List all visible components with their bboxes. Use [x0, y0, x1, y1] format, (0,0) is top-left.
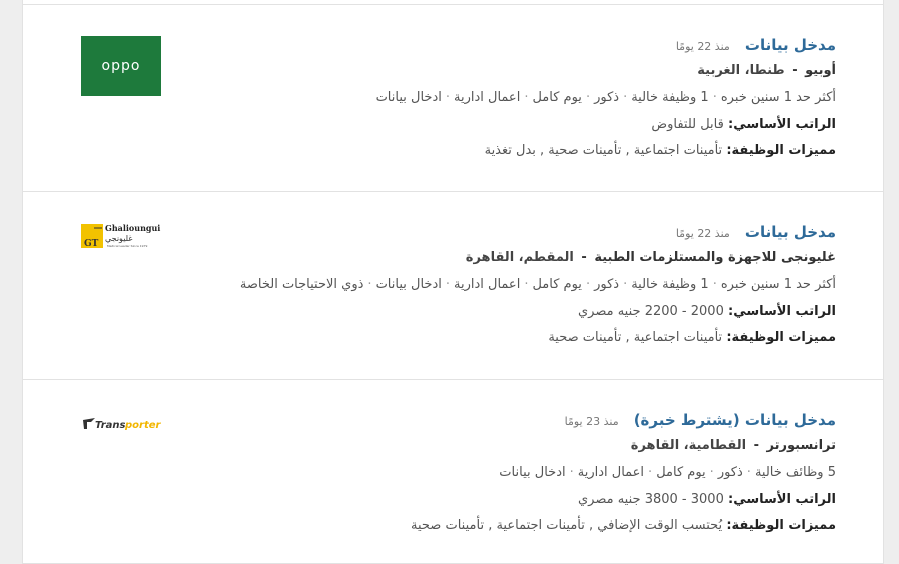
job-title-link[interactable]: مدخل بيانات [745, 36, 836, 54]
benefits-value: تأمينات اجتماعية , تأمينات صحية [548, 330, 723, 345]
job-title-link[interactable]: مدخل بيانات [745, 223, 836, 241]
requirement: 5 وظائف خالية [754, 465, 836, 480]
requirement: ادخال بيانات [375, 277, 442, 292]
job-location: القطامية، القاهرة [630, 438, 747, 453]
salary-row: الراتب الأساسي: قابل للتفاوض [651, 117, 836, 132]
job-requirements: 5 وظائف خالية·ذكور·يوم كامل·اعمال ادارية… [499, 465, 836, 480]
benefits-row: مميزات الوظيفة: تأمينات اجتماعية , تأمين… [548, 330, 836, 345]
job-location: المقطم، القاهرة [465, 250, 574, 265]
company-name[interactable]: ترانسبورتر [767, 438, 836, 453]
benefits-label: مميزات الوظيفة: [726, 518, 836, 533]
salary-value: 3000 - 3800 جنيه مصري [578, 492, 724, 507]
company-logo-transporter[interactable]: Trans porter [81, 414, 162, 434]
benefits-value: تأمينات اجتماعية , تأمينات صحية , بدل تغ… [484, 143, 723, 158]
benefits-row: مميزات الوظيفة: يُحتسب الوقت الإضافي , ت… [411, 518, 836, 533]
requirement: ادخال بيانات [375, 90, 442, 105]
requirement: اعمال ادارية [577, 465, 645, 480]
job-requirements: أكثر حد 1 سنين خبره·1 وظيفة خالية·ذكور·ي… [239, 277, 836, 292]
posted-time: منذ 23 يومًا [564, 415, 619, 428]
company-logo-oppo[interactable]: oppo [81, 36, 161, 96]
requirement: ذكور [717, 465, 743, 480]
salary-row: الراتب الأساسي: 2000 - 2200 جنيه مصري [578, 304, 836, 319]
benefits-label: مميزات الوظيفة: [726, 330, 836, 345]
requirement: يوم كامل [656, 465, 706, 480]
company-name[interactable]: أوبيو [805, 63, 836, 78]
job-title-link[interactable]: مدخل بيانات (يشترط خبرة) [634, 411, 836, 429]
requirement: 1 وظيفة خالية [631, 277, 709, 292]
logo-text-b: porter [124, 420, 161, 431]
requirement: أكثر حد 1 سنين خبره [720, 90, 836, 105]
salary-label: الراتب الأساسي: [728, 492, 836, 507]
benefits-label: مميزات الوظيفة: [726, 143, 836, 158]
salary-label: الراتب الأساسي: [728, 117, 836, 132]
logo-text: Ghalioungui [105, 223, 160, 233]
benefits-row: مميزات الوظيفة: تأمينات اجتماعية , تأمين… [485, 143, 836, 158]
job-card[interactable]: مدخل بيانات (يشترط خبرة) منذ 23 يومًا تر… [23, 380, 883, 563]
requirement: يوم كامل [532, 277, 582, 292]
logo-text: oppo [101, 58, 141, 74]
logo-text-ar: غليونجي [105, 234, 132, 243]
requirement: 1 وظيفة خالية [631, 90, 709, 105]
job-location: طنطا، الغربية [697, 63, 785, 78]
transporter-logo-icon: Trans porter [83, 418, 162, 431]
posted-time: منذ 22 يومًا [675, 227, 730, 240]
requirement: ذكور [594, 277, 620, 292]
logo-text-a: Trans [95, 420, 126, 431]
salary-row: الراتب الأساسي: 3000 - 3800 جنيه مصري [578, 492, 836, 507]
ghalioungui-logo-icon: GT Ghalioungui غليونجي Medical Leader Si… [81, 223, 160, 249]
job-list: مدخل بيانات منذ 22 يومًا أوبيو - طنطا، ا… [22, 0, 884, 564]
logo-tagline: Medical Leader Since 1979 [107, 244, 148, 248]
requirement: ذكور [594, 90, 620, 105]
company-logo-ghalioungui[interactable]: GT Ghalioungui غليونجي Medical Leader Si… [81, 222, 161, 252]
requirement: ادخال بيانات [499, 465, 566, 480]
requirement: أكثر حد 1 سنين خبره [720, 277, 836, 292]
requirement: اعمال ادارية [454, 277, 521, 292]
requirement: اعمال ادارية [454, 90, 521, 105]
company-name[interactable]: غليونجى للاجهزة والمستلزمات الطبية [594, 250, 836, 265]
benefits-value: يُحتسب الوقت الإضافي , تأمينات اجتماعية … [411, 518, 723, 533]
job-card[interactable]: مدخل بيانات منذ 22 يومًا غليونجى للاجهزة… [23, 192, 883, 380]
salary-value: قابل للتفاوض [651, 117, 724, 132]
salary-label: الراتب الأساسي: [728, 304, 836, 319]
posted-time: منذ 22 يومًا [675, 40, 730, 53]
job-requirements: أكثر حد 1 سنين خبره·1 وظيفة خالية·ذكور·ي… [375, 90, 836, 105]
salary-value: 2000 - 2200 جنيه مصري [578, 304, 724, 319]
logo-initials: GT [84, 239, 99, 249]
requirement: يوم كامل [532, 90, 582, 105]
job-card[interactable]: مدخل بيانات منذ 22 يومًا أوبيو - طنطا، ا… [23, 4, 883, 192]
requirement: ذوي الاحتياجات الخاصة [239, 277, 364, 292]
